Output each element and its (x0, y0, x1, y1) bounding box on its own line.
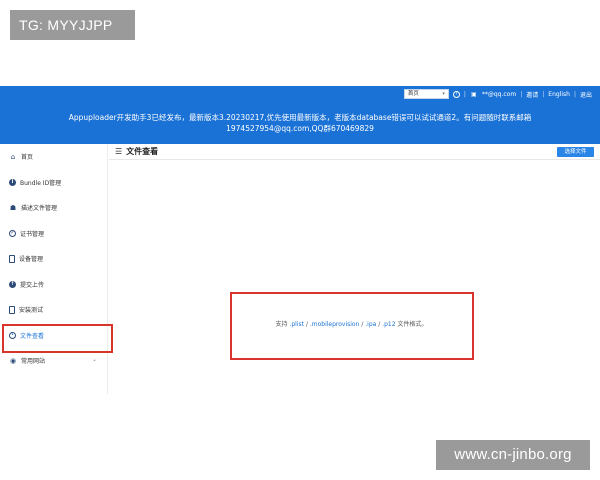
page-title: 文件查看 (126, 147, 159, 156)
share-link[interactable]: 邀请 (526, 90, 538, 99)
divider: | (542, 90, 545, 98)
sidebar-item-devices[interactable]: 设备管理 (0, 246, 107, 272)
highlight-box-main (230, 292, 474, 360)
image-icon[interactable]: ▣ (470, 90, 478, 98)
top-controls: 首页 ▾ ? | ▣ **@qq.com | 邀请 | English | 退出 (403, 88, 592, 100)
sidebar-item-upload[interactable]: ↑ 提交上传 (0, 272, 107, 298)
announcement-banner: Appuploader开发助手3已经发布，最新版本3.20230217,优先使用… (0, 112, 600, 134)
sidebar-item-label: 安装测试 (19, 307, 44, 315)
home-icon: ⌂ (10, 152, 16, 161)
sidebar-item-label: 首页 (21, 154, 34, 162)
check-circle-icon: ✓ (9, 229, 16, 237)
main-header: ☰ 文件查看 选择文件 (109, 144, 600, 160)
banner-line-2: 1974527954@qq.com,QQ群670469829 (226, 124, 374, 133)
user-email[interactable]: **@qq.com (482, 91, 516, 98)
tag-badge: TG: MYYJJPP (10, 10, 135, 40)
language-select-value: 首页 (407, 91, 419, 97)
top-bar: 首页 ▾ ? | ▣ **@qq.com | 邀请 | English | 退出… (0, 86, 600, 144)
sidebar-item-label: 提交上传 (20, 281, 45, 289)
highlight-box-sidebar (2, 324, 113, 353)
chevron-down-icon: ▾ (442, 91, 445, 97)
watermark: www.cn-jinbo.org (436, 440, 590, 470)
sidebar-item-label: 描述文件管理 (21, 205, 58, 213)
file-icon (9, 305, 15, 314)
question-circle-icon[interactable]: ? (452, 90, 460, 98)
users-icon: ☗ (9, 203, 17, 212)
sidebar-item-certificates[interactable]: ✓ 证书管理 (0, 221, 107, 247)
info-icon: i (9, 178, 16, 186)
sidebar-item-label: 设备管理 (19, 256, 44, 264)
upload-icon: ↑ (9, 280, 16, 288)
phone-icon (9, 254, 15, 263)
sidebar: ⌂ 首页 i Bundle ID管理 ☗ 描述文件管理 ✓ 证书管理 设备管理 … (0, 144, 108, 394)
location-icon: ◉ (9, 356, 17, 365)
select-file-button[interactable]: 选择文件 (557, 147, 594, 157)
divider: | (463, 90, 466, 98)
sidebar-item-label: 常用网站 (21, 358, 46, 366)
logout-link[interactable]: 退出 (580, 90, 592, 99)
menu-icon[interactable]: ☰ (115, 147, 122, 156)
banner-line-1: Appuploader开发助手3已经发布，最新版本3.20230217,优先使用… (68, 113, 532, 122)
sidebar-item-label: 证书管理 (20, 230, 45, 238)
sidebar-item-profiles[interactable]: ☗ 描述文件管理 (0, 195, 107, 221)
language-select[interactable]: 首页 ▾ (403, 89, 449, 99)
sidebar-item-bundle-id[interactable]: i Bundle ID管理 (0, 170, 107, 196)
divider: | (573, 90, 576, 98)
sidebar-item-label: Bundle ID管理 (20, 179, 62, 187)
english-link[interactable]: English (548, 91, 570, 98)
divider: | (520, 90, 523, 98)
sidebar-item-install-test[interactable]: 安装测试 (0, 297, 107, 323)
chevron-down-icon: ⌄ (91, 356, 97, 363)
sidebar-item-home[interactable]: ⌂ 首页 (0, 144, 107, 170)
